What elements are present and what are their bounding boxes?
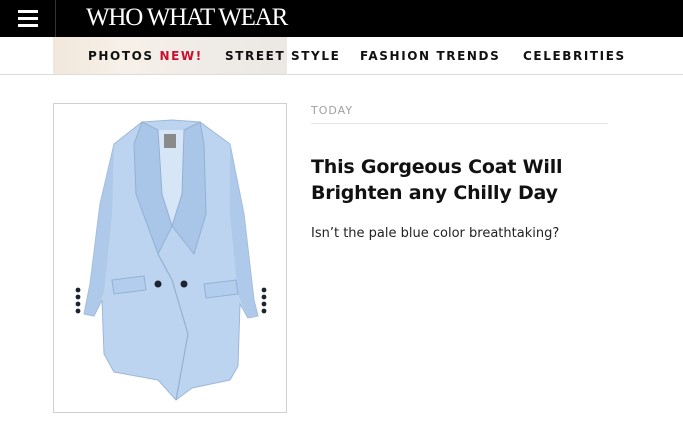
article-deck: Isn’t the pale blue color breathtaking? [311, 226, 560, 241]
new-badge: NEW! [159, 49, 203, 63]
nav-item-photos[interactable]: PHOTOS NEW! [88, 49, 203, 63]
article-category: TODAY [311, 104, 608, 124]
menu-line [17, 17, 38, 20]
menu-line [17, 10, 38, 13]
article-title[interactable]: This Gorgeous Coat Will Brighten any Chi… [311, 154, 611, 206]
site-logo[interactable]: WHO WHAT WEAR [86, 5, 288, 31]
main-nav: PHOTOS NEW! STREET STYLE FASHION TRENDS … [0, 37, 683, 75]
article-image[interactable] [53, 103, 287, 413]
light-blue-coat-image [75, 119, 267, 401]
menu-line [17, 24, 38, 27]
nav-item-fashion-trends[interactable]: FASHION TRENDS [360, 49, 500, 63]
site-header: WHO WHAT WEAR [0, 0, 683, 37]
nav-item-label: PHOTOS [88, 49, 154, 63]
nav-item-street-style[interactable]: STREET STYLE [225, 49, 340, 63]
hamburger-menu-icon[interactable] [0, 0, 56, 37]
nav-item-celebrities[interactable]: CELEBRITIES [523, 49, 626, 63]
